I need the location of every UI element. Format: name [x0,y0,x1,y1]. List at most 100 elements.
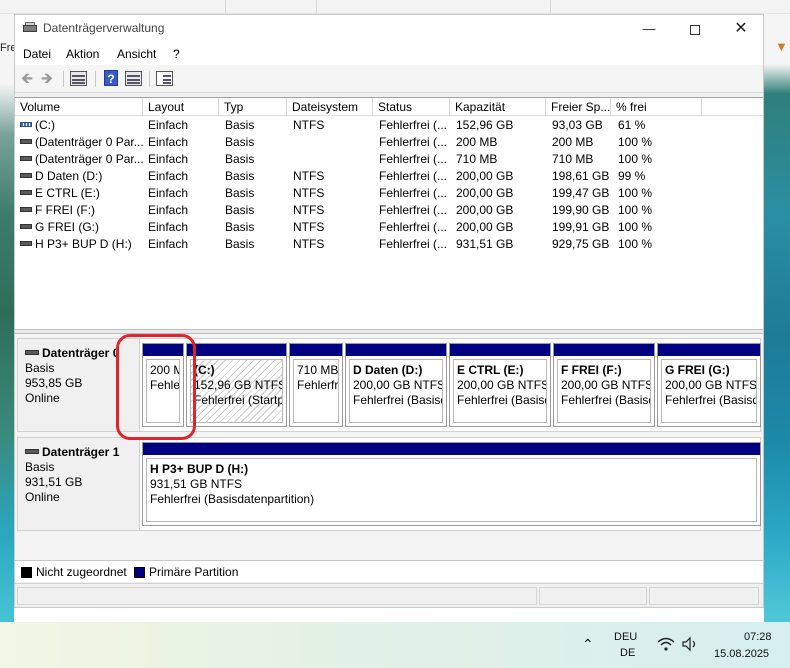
clock-time[interactable]: 07:28 [744,631,772,643]
volume-icon [20,190,32,196]
cell-text: Einfach [148,203,189,217]
column-header-kapazitaet[interactable]: Kapazität [450,98,546,116]
status-segment [17,587,537,605]
partition[interactable]: G FREI (G:) 200,00 GB NTFS Fehlerfrei (Bas… [657,343,761,427]
table-row[interactable]: (Datenträger 0 Par... Einfach Basis Fehlerf… [15,151,763,168]
table-row[interactable]: H P3+ BUP D (H:) Einfach Basis NTFS Fehlerfr… [15,236,763,253]
cell-text: Basis [225,237,255,251]
disk-1-label[interactable]: Datenträger 1 Basis 931,51 GB Online [18,438,140,530]
disk-1[interactable]: Datenträger 1 Basis 931,51 GB Online H P… [17,437,761,531]
column-header-volume[interactable]: Volume [15,98,143,116]
cell-status: Fehlerfrei (... [379,202,450,219]
cell-volume: (Datenträger 0 Par... [20,134,143,151]
cell-dateisystem: NTFS [293,168,373,185]
help-icon[interactable]: ? [104,70,118,86]
partition[interactable]: F FREI (F:) 200,00 GB NTFS Fehlerfrei (Bas… [553,343,655,427]
cell-prozent-frei: 100 % [618,185,702,202]
column-header-dateisystem[interactable]: Dateisystem [287,98,373,116]
legend-unallocated: Nicht zugeordnet [36,565,127,579]
checklist-icon[interactable] [156,71,173,86]
partition-bar [290,344,342,356]
cell-text: (Datenträger 0 Par... [35,152,143,166]
menu-aktion[interactable]: Aktion [66,47,99,61]
title-bar[interactable]: Datenträgerverwaltung — ✕ [15,15,763,43]
cell-text: 200,00 GB [456,220,514,234]
cell-text: 200 MB [456,135,498,149]
partition[interactable]: 710 MBFehlerfrei [289,343,343,427]
partition[interactable]: D Daten (D:) 200,00 GB NTFS Fehlerfrei (Ba… [345,343,447,427]
toolbar: 🡸 🡺 ? [15,65,763,93]
close-button[interactable]: ✕ [718,15,764,43]
cell-dateisystem: NTFS [293,236,373,253]
cell-layout: Einfach [148,151,219,168]
table-row[interactable]: G FREI (G:) Einfach Basis NTFS Fehlerfrei (.… [15,219,763,236]
cell-text: 200 MB [552,135,594,149]
table-row[interactable]: E CTRL (E:) Einfach Basis NTFS Fehlerfrei (.… [15,185,763,202]
column-header-prozent-frei[interactable]: % frei [611,98,702,116]
table-row[interactable]: D Daten (D:) Einfach Basis NTFS Fehlerfrei (… [15,168,763,185]
cell-status: Fehlerfrei (... [379,134,450,151]
minimize-button[interactable]: — [626,15,672,43]
toolbar-separator [63,71,64,87]
background-divider [225,0,226,14]
partition-bar [187,344,286,356]
filter-icon[interactable]: ▼ [775,40,789,54]
cell-text: Fehlerfrei (... [379,237,448,251]
cell-text: Einfach [148,152,189,166]
volume-icon [20,139,32,145]
column-header-status[interactable]: Status [373,98,450,116]
column-header-freier-speicher[interactable]: Freier Sp... [546,98,611,116]
cell-text: Einfach [148,135,189,149]
partition-bar [554,344,654,356]
forward-arrow-icon[interactable]: 🡺 [38,70,56,87]
clock-date[interactable]: 15.08.2025 [714,648,769,660]
volume-list-header: Volume Layout Typ Dateisystem Status Kap… [15,98,763,116]
cell-text: Fehlerfrei (... [379,203,448,217]
volume-icon [20,224,32,230]
menu-ansicht[interactable]: Ansicht [117,47,156,61]
cell-text: NTFS [293,118,325,132]
menu-datei[interactable]: Datei [23,47,51,61]
partition[interactable]: E CTRL (E:) 200,00 GB NTFS Fehlerfrei (Bas… [449,343,551,427]
cell-text: (Datenträger 0 Par... [35,135,143,149]
chevron-up-icon[interactable]: ⌃ [582,636,594,653]
table-row[interactable]: (C:) Einfach Basis NTFS Fehlerfrei (... 152,9… [15,117,763,134]
cell-prozent-frei: 100 % [618,134,702,151]
language-top[interactable]: DEU [614,631,637,643]
speaker-icon[interactable] [681,636,699,652]
cell-text: G FREI (G:) [35,220,99,234]
cell-text: Fehlerfrei (... [379,220,448,234]
cell-text: 200,00 GB [456,169,514,183]
wifi-icon[interactable] [657,636,675,652]
cell-freier-speicher: 93,03 GB [552,117,611,134]
cell-prozent-frei: 61 % [618,117,702,134]
column-header-typ[interactable]: Typ [219,98,287,116]
cell-kapazitaet: 200,00 GB [456,202,546,219]
partition-title: F FREI (F:) [561,363,622,377]
maximize-icon [690,24,700,35]
cell-text: 100 % [618,186,653,200]
table-row[interactable]: F FREI (F:) Einfach Basis NTFS Fehlerfrei (.… [15,202,763,219]
column-header-layout[interactable]: Layout [143,98,219,116]
cell-text: Basis [225,152,255,166]
properties-grid-icon[interactable] [125,71,142,86]
partition-bar [450,344,550,356]
console-tree-icon[interactable] [70,71,87,86]
cell-kapazitaet: 931,51 GB [456,236,546,253]
back-arrow-icon[interactable]: 🡸 [18,70,36,87]
cell-text: 710 MB [552,152,594,166]
partition-bar [143,443,760,455]
table-row[interactable]: (Datenträger 0 Par... Einfach Basis Fehlerf… [15,134,763,151]
maximize-button[interactable] [672,15,718,43]
cell-text: 200,00 GB [456,186,514,200]
partition[interactable]: H P3+ BUP D (H:) 931,51 GB NTFS Fehlerfrei… [142,442,761,526]
cell-text: 93,03 GB [552,118,603,132]
cell-volume: E CTRL (E:) [20,185,143,202]
partition[interactable]: (C:) 152,96 GB NTFS Fehlerfrei (Startp [186,343,287,427]
menu-help[interactable]: ? [173,47,180,61]
cell-text: 199,47 GB [552,186,610,200]
partition-body: 710 MBFehlerfrei [293,359,339,423]
partition-line2: Fehlerfrei (Basisd [457,393,547,407]
cell-text: 152,96 GB [456,118,514,132]
language-bottom[interactable]: DE [620,647,635,659]
